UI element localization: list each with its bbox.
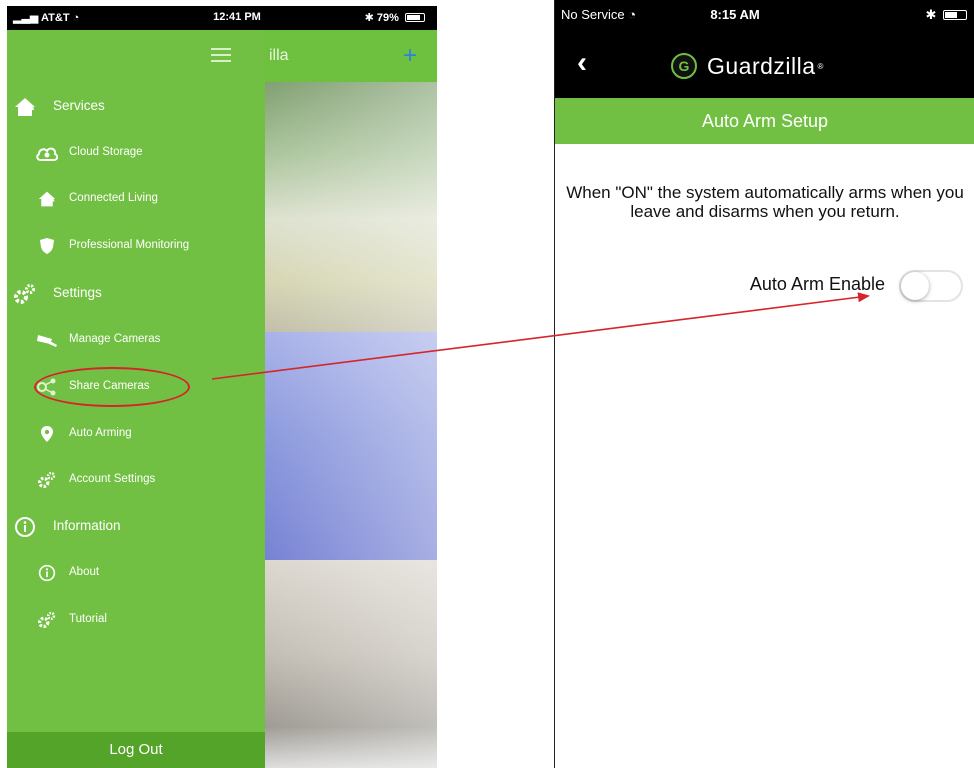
menu-item-share-cameras[interactable]: Share Cameras	[7, 372, 265, 402]
menu-label: Connected Living	[69, 192, 158, 204]
battery-icon	[943, 10, 967, 20]
menu-section-services[interactable]: Services	[7, 92, 265, 122]
menu-label: Tutorial	[69, 613, 107, 625]
battery-percent: 79%	[376, 12, 399, 24]
drawer-header	[7, 30, 265, 82]
battery-icon	[405, 13, 425, 22]
menu-label: Services	[53, 98, 105, 113]
status-time: 8:15 AM	[710, 7, 760, 22]
drawer-dim-overlay[interactable]	[265, 82, 437, 768]
menu-item-auto-arming[interactable]: Auto Arming	[7, 419, 265, 449]
location-pin-icon	[35, 422, 59, 446]
app-header-behind-drawer: illa +	[265, 30, 437, 82]
status-bar: ▂▃▅ AT&T ◔ 12:41 PM ✱ 79%	[7, 6, 437, 30]
menu-label: Information	[53, 518, 121, 533]
side-drawer-menu: Services Cloud Storage Connected Living …	[7, 30, 265, 768]
house-icon	[35, 187, 59, 211]
bluetooth-icon: ✱	[364, 12, 374, 24]
menu-item-about[interactable]: About	[7, 558, 265, 588]
wifi-icon: ◔	[72, 12, 80, 24]
page-title: Auto Arm Setup	[555, 98, 974, 144]
menu-label: Account Settings	[69, 473, 156, 485]
guardzilla-logo-icon: G	[671, 53, 697, 79]
add-camera-button[interactable]: +	[403, 42, 417, 70]
menu-item-professional-monitoring[interactable]: Professional Monitoring	[7, 231, 265, 261]
wifi-icon: ◔	[628, 7, 637, 22]
menu-label: Auto Arming	[69, 427, 132, 439]
info-icon	[13, 515, 37, 539]
auto-arm-enable-toggle[interactable]	[899, 270, 963, 302]
carrier-label: No Service	[561, 7, 625, 22]
menu-item-manage-cameras[interactable]: Manage Cameras	[7, 325, 265, 355]
logout-button[interactable]: Log Out	[7, 732, 265, 768]
menu-label: About	[69, 566, 100, 578]
camera-icon	[35, 328, 59, 352]
shield-icon	[35, 234, 59, 258]
gears-icon	[35, 468, 59, 492]
menu-item-account-settings[interactable]: Account Settings	[7, 465, 265, 495]
status-time: 12:41 PM	[213, 11, 261, 23]
menu-section-information[interactable]: Information	[7, 512, 265, 542]
brand-logo: G Guardzilla ®	[671, 52, 823, 80]
menu-item-tutorial[interactable]: Tutorial	[7, 605, 265, 635]
right-phone-screen: No Service ◔ 8:15 AM ✱ ‹ G Guardzilla ® …	[554, 0, 974, 768]
menu-label: Settings	[53, 285, 102, 300]
cloud-icon	[35, 141, 59, 165]
hamburger-icon[interactable]	[211, 48, 231, 62]
trademark-mark: ®	[817, 61, 824, 71]
house-icon	[13, 95, 37, 119]
menu-section-settings[interactable]: Settings	[7, 279, 265, 309]
auto-arm-toggle-row: Auto Arm Enable	[555, 268, 974, 302]
logo-fragment: illa	[269, 47, 289, 64]
bluetooth-icon: ✱	[925, 7, 937, 22]
toggle-knob	[901, 272, 929, 300]
carrier-label: AT&T	[41, 12, 70, 24]
menu-label: Professional Monitoring	[69, 239, 190, 251]
menu-label: Cloud Storage	[69, 146, 143, 158]
signal-icon: ▂▃▅	[13, 12, 39, 24]
menu-item-cloud-storage[interactable]: Cloud Storage	[7, 138, 265, 168]
share-icon	[35, 375, 59, 399]
brand-name: Guardzilla	[707, 52, 816, 79]
info-icon	[35, 561, 59, 585]
auto-arm-description: When "ON" the system automatically arms …	[566, 183, 964, 221]
gears-icon	[35, 608, 59, 632]
menu-label: Share Cameras	[69, 380, 150, 392]
app-header: No Service ◔ 8:15 AM ✱ ‹ G Guardzilla ®	[555, 0, 974, 98]
gears-icon	[13, 282, 37, 306]
left-phone-screen: ▂▃▅ AT&T ◔ 12:41 PM ✱ 79% illa + Service…	[7, 6, 437, 768]
back-button[interactable]: ‹	[577, 48, 587, 78]
menu-item-connected-living[interactable]: Connected Living	[7, 184, 265, 214]
menu-label: Manage Cameras	[69, 333, 161, 345]
toggle-label: Auto Arm Enable	[749, 274, 885, 294]
